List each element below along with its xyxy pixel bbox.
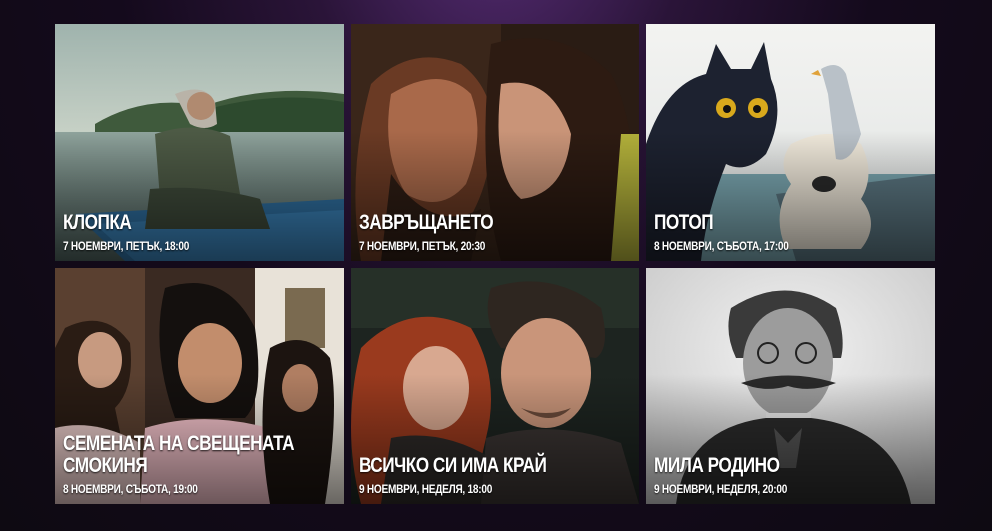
film-caption: МИЛА РОДИНО 9 НОЕМВРИ, НЕДЕЛЯ, 20:00 [654,454,927,497]
film-title: МИЛА РОДИНО [654,454,780,477]
film-grid: КЛОПКА 7 НОЕМВРИ, ПЕТЪК, 18:00 ЗАВРЪЩАНЕ… [55,24,935,504]
film-date: 9 НОЕМВРИ, НЕДЕЛЯ, 18:00 [359,482,493,496]
film-caption: ЗАВРЪЩАНЕТО 7 НОЕМВРИ, ПЕТЪК, 20:30 [359,211,631,254]
film-title: ВСИЧКО СИ ИМА КРАЙ [359,454,547,477]
film-title: КЛОПКА [63,211,132,234]
film-card-klopka[interactable]: КЛОПКА 7 НОЕМВРИ, ПЕТЪК, 18:00 [55,24,344,261]
film-date: 7 НОЕМВРИ, ПЕТЪК, 18:00 [63,239,190,253]
film-caption: КЛОПКА 7 НОЕМВРИ, ПЕТЪК, 18:00 [63,211,336,254]
film-card-potop[interactable]: ПОТОП 8 НОЕМВРИ, СЪБОТА, 17:00 [646,24,935,261]
film-date: 9 НОЕМВРИ, НЕДЕЛЯ, 20:00 [654,482,788,496]
film-date: 8 НОЕМВРИ, СЪБОТА, 17:00 [654,239,789,253]
film-program-page: КЛОПКА 7 НОЕМВРИ, ПЕТЪК, 18:00 ЗАВРЪЩАНЕ… [0,0,992,531]
film-caption: СЕМЕНАТА НА СВЕЩЕНАТА СМОКИНЯ 8 НОЕМВРИ,… [63,432,336,497]
film-date: 8 НОЕМВРИ, СЪБОТА, 19:00 [63,482,198,496]
film-title: ПОТОП [654,211,714,234]
film-card-zavrashtaneto[interactable]: ЗАВРЪЩАНЕТО 7 НОЕМВРИ, ПЕТЪК, 20:30 [351,24,639,261]
film-title: СЕМЕНАТА НА СВЕЩЕНАТА СМОКИНЯ [63,432,295,477]
film-date: 7 НОЕМВРИ, ПЕТЪК, 20:30 [359,239,486,253]
film-card-vsichko-si-ima-kray[interactable]: ВСИЧКО СИ ИМА КРАЙ 9 НОЕМВРИ, НЕДЕЛЯ, 18… [351,268,639,504]
film-caption: ВСИЧКО СИ ИМА КРАЙ 9 НОЕМВРИ, НЕДЕЛЯ, 18… [359,454,631,497]
film-title: ЗАВРЪЩАНЕТО [359,211,494,234]
film-caption: ПОТОП 8 НОЕМВРИ, СЪБОТА, 17:00 [654,211,927,254]
film-card-semenata[interactable]: СЕМЕНАТА НА СВЕЩЕНАТА СМОКИНЯ 8 НОЕМВРИ,… [55,268,344,504]
film-card-mila-rodino[interactable]: МИЛА РОДИНО 9 НОЕМВРИ, НЕДЕЛЯ, 20:00 [646,268,935,504]
